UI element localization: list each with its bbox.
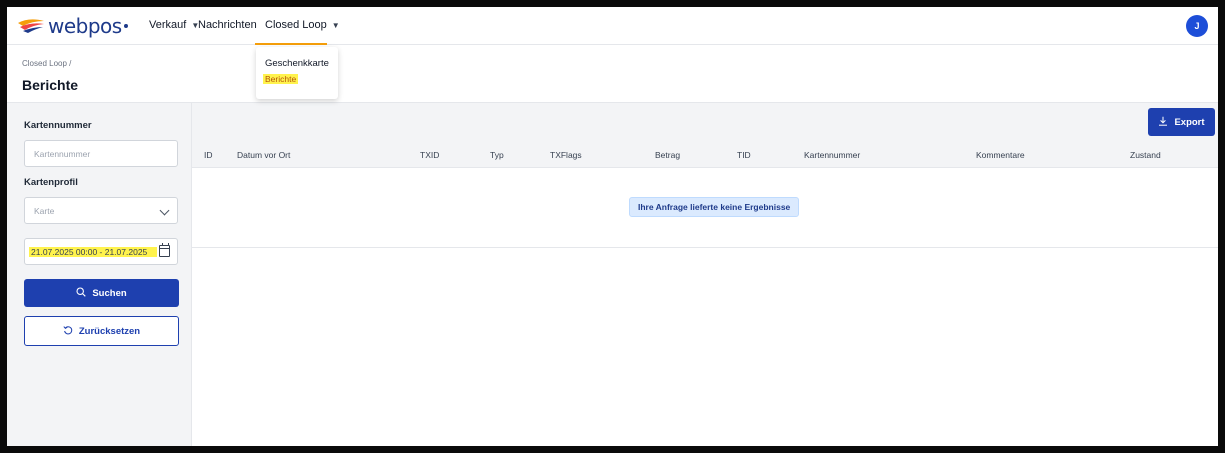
export-button[interactable]: Export <box>1148 108 1215 136</box>
caret-down-icon: ▼ <box>331 20 340 30</box>
calendar-icon[interactable] <box>159 243 170 257</box>
column-header-txid[interactable]: TXID <box>420 150 439 160</box>
column-header-typ[interactable]: Typ <box>490 150 504 160</box>
card-number-placeholder: Kartennummer <box>34 148 91 159</box>
column-header-datum[interactable]: Datum vor Ort <box>237 150 290 160</box>
reset-button-label: Zurücksetzen <box>78 325 141 337</box>
date-range-input[interactable]: 21.07.2025 00:00 - 21.07.2025 <box>24 238 178 265</box>
avatar-initial: J <box>1194 21 1200 31</box>
filter-sidebar: Kartennummer Kartennummer Kartenprofil K… <box>7 103 192 446</box>
closed-loop-dropdown: Geschenkkarte Berichte <box>256 47 338 99</box>
nav-nachrichten[interactable]: Nachrichten <box>198 19 257 31</box>
dropdown-item-berichte[interactable]: Berichte <box>263 74 299 84</box>
logo-text: webpos <box>48 14 122 38</box>
date-range-value: 21.07.2025 00:00 - 21.07.2025 <box>29 247 157 257</box>
column-header-kommentare[interactable]: Kommentare <box>976 150 1025 160</box>
dropdown-item-geschenkkarte[interactable]: Geschenkkarte <box>265 58 329 69</box>
table-header: ID Datum vor Ort TXID Typ TXFlags Betrag… <box>192 141 1218 168</box>
results-toolbar: Export <box>192 103 1218 141</box>
breadcrumb[interactable]: Closed Loop / <box>22 59 71 68</box>
reset-icon <box>63 325 73 338</box>
chevron-down-icon <box>159 205 170 216</box>
webpos-logo[interactable]: webpos <box>17 16 128 36</box>
search-button-label: Suchen <box>92 287 127 299</box>
column-header-zustand[interactable]: Zustand <box>1130 150 1161 160</box>
page-header: Closed Loop / Berichte <box>7 45 1218 103</box>
nav-verkauf-label: Verkauf <box>149 19 187 31</box>
download-icon <box>1158 116 1168 129</box>
card-profile-value: Karte <box>34 205 55 216</box>
logo-mark-icon <box>18 19 44 33</box>
nav-verkauf[interactable]: Verkauf ▼ <box>149 19 199 31</box>
nav-closed-loop-label: Closed Loop <box>265 19 327 31</box>
search-button[interactable]: Suchen <box>24 279 179 307</box>
results-panel: Export ID Datum vor Ort TXID Typ TXFlags… <box>192 103 1218 446</box>
card-profile-select[interactable]: Karte <box>24 197 178 224</box>
empty-results-row: Ihre Anfrage lieferte keine Ergebnisse <box>192 168 1218 248</box>
export-button-label: Export <box>1174 116 1205 128</box>
logo-dot <box>123 24 128 28</box>
column-header-tid[interactable]: TID <box>737 150 751 160</box>
top-navbar: webpos Verkauf ▼ Nachrichten Closed Loop… <box>7 7 1218 45</box>
column-header-betrag[interactable]: Betrag <box>655 150 680 160</box>
empty-results-message: Ihre Anfrage lieferte keine Ergebnisse <box>629 197 800 217</box>
card-number-input[interactable]: Kartennummer <box>24 140 178 167</box>
nav-nachrichten-label: Nachrichten <box>198 19 257 31</box>
reset-button[interactable]: Zurücksetzen <box>24 316 179 346</box>
user-avatar[interactable]: J <box>1186 15 1208 37</box>
search-icon <box>76 286 87 300</box>
column-header-id[interactable]: ID <box>204 150 213 160</box>
page-title: Berichte <box>22 77 79 93</box>
app-window: webpos Verkauf ▼ Nachrichten Closed Loop… <box>0 0 1225 453</box>
card-profile-label: Kartenprofil <box>24 177 78 188</box>
nav-closed-loop[interactable]: Closed Loop ▼ <box>265 19 340 31</box>
column-header-txflags[interactable]: TXFlags <box>550 150 582 160</box>
card-number-label: Kartennummer <box>24 120 92 131</box>
column-header-kartennummer[interactable]: Kartennummer <box>804 150 860 160</box>
